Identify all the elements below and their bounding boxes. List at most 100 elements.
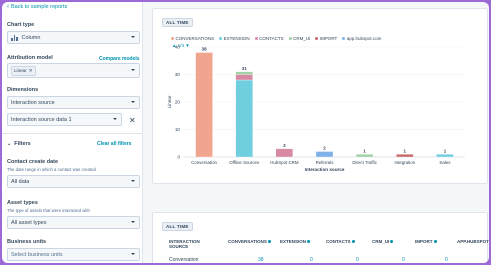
- x-tick-label: Offline Sources: [229, 160, 260, 165]
- bar-segment: [235, 71, 253, 75]
- chevron-down-icon: [131, 221, 135, 223]
- x-tick-label: Sales: [439, 160, 451, 165]
- column-chart-icon: [11, 34, 18, 41]
- remove-dimension-close-icon[interactable]: ✕: [129, 117, 136, 125]
- report-sidebar: ‹ Back to sample reports Chart type Colu…: [2, 2, 143, 263]
- info-icon[interactable]: [267, 240, 271, 243]
- x-axis-label: Interaction source: [305, 167, 345, 172]
- chart-card: ALL TIME CONVERSATIONS EXTENSION CONTACTS C…: [152, 8, 488, 184]
- y-tick-label: 10: [175, 127, 181, 132]
- x-tick-label: HubSpot CRM: [270, 160, 299, 165]
- chevron-down-icon: [131, 69, 135, 71]
- chevron-down-icon: [131, 36, 135, 38]
- bar-total-label: 1: [363, 148, 366, 153]
- table-row-source: Conversation: [169, 257, 199, 263]
- bar-segment: [195, 52, 213, 158]
- chevron-left-icon: ‹: [7, 4, 9, 10]
- column-header-label: CRM_UI: [372, 239, 390, 244]
- bar-total-label: 38: [202, 47, 207, 52]
- attribution-model-label: Attribution model: [7, 55, 53, 61]
- y-tick-label: 40: [175, 45, 181, 50]
- primary-dimension-select[interactable]: Interaction source: [7, 96, 140, 109]
- close-icon[interactable]: ✕: [29, 68, 33, 74]
- asset-types-value: All asset types: [11, 219, 47, 226]
- table-column-header[interactable]: CONTACTS: [326, 239, 355, 244]
- bar-segment: [275, 148, 294, 158]
- bar-segment: [355, 154, 374, 158]
- back-to-sample-reports-link[interactable]: ‹ Back to sample reports: [7, 4, 67, 10]
- primary-dimension-value: Interaction source: [11, 99, 55, 106]
- table-cell-value[interactable]: 0: [445, 257, 448, 263]
- bar-segment: [235, 79, 253, 158]
- x-tick-label: Referrals: [316, 160, 335, 165]
- table-column-header[interactable]: CRM_UI: [372, 239, 394, 244]
- asset-types-select[interactable]: All asset types: [7, 216, 140, 229]
- business-units-label: Business units: [7, 239, 47, 245]
- filters-toggle[interactable]: ⌄ Filters: [7, 141, 31, 147]
- bar-segment: [436, 154, 454, 158]
- bar-total-label: 2: [323, 146, 326, 151]
- table-column-header[interactable]: CONVERSATIONS: [228, 239, 271, 244]
- y-tick-label: 20: [175, 100, 181, 105]
- bar-segment: [235, 74, 253, 81]
- column-header-label: EXTENSION: [280, 239, 307, 244]
- table-cell-value[interactable]: 0: [402, 257, 405, 263]
- contact-create-date-help: The date range in which a contact was cr…: [7, 167, 96, 172]
- filters-label: Filters: [14, 141, 31, 147]
- divider: [2, 133, 143, 134]
- table-cell-value[interactable]: 0: [310, 257, 313, 263]
- chevron-down-icon: [131, 180, 135, 182]
- info-icon[interactable]: [390, 240, 394, 243]
- table-column-header[interactable]: INTERACTION SOURCE: [169, 239, 200, 249]
- x-tick-label: Direct Traffic: [352, 160, 377, 165]
- chevron-down-icon: ⌄: [7, 141, 12, 147]
- table-column-header[interactable]: APP.HUBSPOT: [457, 239, 489, 244]
- secondary-dimension-value: Interaction source data 1: [11, 116, 72, 123]
- column-header-label: APP.HUBSPOT: [457, 239, 489, 244]
- column-header-label: CONVERSATIONS: [228, 239, 267, 244]
- bar-segment: [315, 151, 334, 158]
- x-tick-label: Conversation: [191, 160, 217, 165]
- y-tick-label: 30: [175, 72, 181, 77]
- asset-types-help: The type of assets that were interacted …: [7, 208, 90, 213]
- info-icon[interactable]: [351, 240, 355, 243]
- column-header-label: IMPORT: [415, 239, 433, 244]
- chart-type-select[interactable]: Column: [7, 31, 140, 44]
- x-tick-label: Integration: [394, 160, 415, 165]
- chart-type-label: Chart type: [7, 22, 35, 28]
- back-link-label: Back to sample reports: [11, 4, 68, 10]
- bar-total-label: 31: [242, 66, 247, 71]
- info-icon[interactable]: [307, 240, 311, 243]
- bar-total-label: 1: [404, 148, 407, 153]
- chevron-down-icon: [113, 118, 117, 120]
- info-icon[interactable]: [433, 240, 437, 243]
- y-tick-label: 0: [177, 155, 180, 160]
- table-column-header[interactable]: EXTENSION: [280, 239, 311, 244]
- asset-types-label: Asset types: [7, 200, 38, 206]
- chevron-down-icon: [131, 253, 135, 255]
- chart-type-value: Column: [21, 34, 41, 41]
- contact-create-date-label: Contact create date: [7, 159, 59, 165]
- table-cell-value[interactable]: 38: [258, 257, 264, 263]
- table-cell-value[interactable]: 0: [356, 257, 359, 263]
- bar-total-label: 1: [444, 148, 447, 153]
- dimensions-label: Dimensions: [7, 87, 39, 93]
- compare-models-link[interactable]: Compare models: [99, 56, 140, 62]
- chevron-down-icon: [131, 101, 135, 103]
- column-chart: 0 10 20 30 40 Linear 38 Conversation 31 Offline S…: [167, 45, 465, 172]
- bar-segment: [396, 154, 414, 158]
- y-axis-label: Linear: [167, 95, 172, 108]
- column-header-label: INTERACTION SOURCE: [169, 239, 200, 249]
- secondary-dimension-select[interactable]: Interaction source data 1: [7, 113, 122, 126]
- clear-all-filters-link[interactable]: Clear all filters: [97, 141, 131, 147]
- contact-create-date-select[interactable]: All data: [7, 175, 140, 188]
- table-date-range-pill[interactable]: ALL TIME: [162, 222, 193, 231]
- tag-label: Linear: [14, 68, 27, 73]
- table-card: ALL TIME: [152, 212, 488, 263]
- business-units-select[interactable]: Select business units: [7, 248, 140, 261]
- linear-model-tag: Linear ✕: [11, 65, 36, 76]
- contact-create-date-value: All data: [11, 178, 30, 185]
- attribution-model-select[interactable]: Linear ✕: [7, 63, 140, 78]
- table-column-header[interactable]: IMPORT: [415, 239, 437, 244]
- report-builder-window: ‹ Back to sample reports Chart type Colu…: [2, 2, 489, 263]
